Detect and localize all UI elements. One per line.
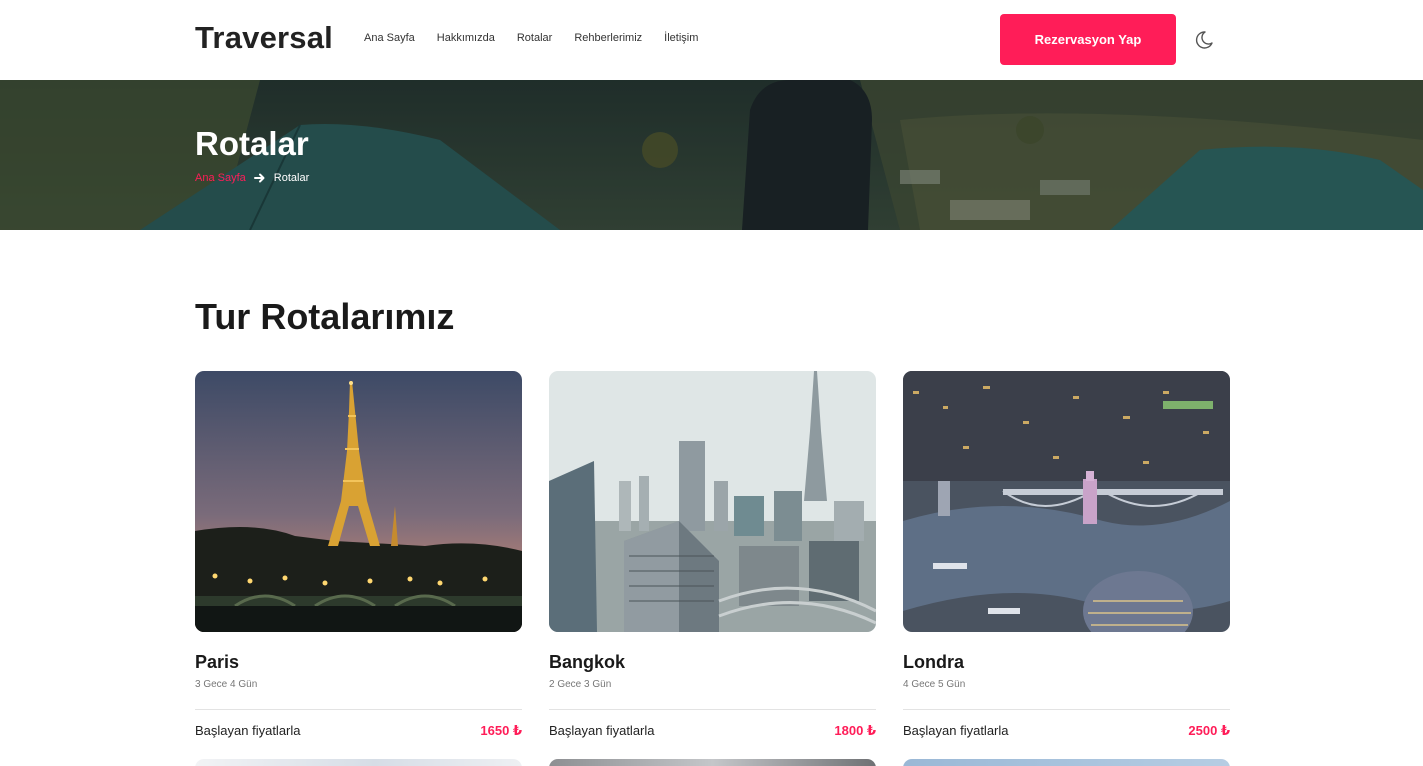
route-card-bangkok[interactable]: Bangkok 2 Gece 3 Gün Başlayan fiyatlarla… <box>549 371 876 739</box>
route-card-londra[interactable]: Londra 4 Gece 5 Gün Başlayan fiyatlarla … <box>903 371 1230 739</box>
breadcrumb-home-link[interactable]: Ana Sayfa <box>195 172 246 184</box>
site-logo[interactable]: Traversal <box>195 20 333 56</box>
card-divider <box>195 709 522 710</box>
page-hero: Rotalar Ana Sayfa Rotalar <box>0 80 1423 230</box>
route-card-peek <box>195 759 522 766</box>
site-header: Traversal Ana Sayfa Hakkımızda Rotalar R… <box>0 0 1423 80</box>
price-label: Başlayan fiyatlarla <box>903 723 1009 738</box>
route-image-bangkok[interactable] <box>549 371 876 632</box>
moon-icon[interactable] <box>1190 28 1216 52</box>
nav-item-contact[interactable]: İletişim <box>664 32 698 44</box>
card-footer: Başlayan fiyatlarla 1800 ₺ <box>549 723 876 739</box>
route-title[interactable]: Bangkok <box>549 652 876 673</box>
route-title[interactable]: Paris <box>195 652 522 673</box>
route-duration: 2 Gece 3 Gün <box>549 679 612 690</box>
arrow-right-icon <box>253 173 265 183</box>
card-divider <box>903 709 1230 710</box>
price-label: Başlayan fiyatlarla <box>549 723 655 738</box>
card-divider <box>549 709 876 710</box>
reservation-button[interactable]: Rezervasyon Yap <box>1000 14 1176 65</box>
card-footer: Başlayan fiyatlarla 2500 ₺ <box>903 723 1230 739</box>
section-title: Tur Rotalarımız <box>195 296 455 337</box>
route-price: 1650 ₺ <box>480 723 522 738</box>
card-footer: Başlayan fiyatlarla 1650 ₺ <box>195 723 522 739</box>
main-nav: Ana Sayfa Hakkımızda Rotalar Rehberlerim… <box>364 32 720 44</box>
route-card-paris[interactable]: Paris 3 Gece 4 Gün Başlayan fiyatlarla 1… <box>195 371 522 739</box>
route-card-peek <box>549 759 876 766</box>
nav-item-routes[interactable]: Rotalar <box>517 32 552 44</box>
nav-item-about[interactable]: Hakkımızda <box>437 32 495 44</box>
route-duration: 4 Gece 5 Gün <box>903 679 966 690</box>
price-label: Başlayan fiyatlarla <box>195 723 301 738</box>
route-image-paris[interactable] <box>195 371 522 632</box>
page-title: Rotalar <box>195 125 309 162</box>
route-image-londra[interactable] <box>903 371 1230 632</box>
route-price: 2500 ₺ <box>1188 723 1230 738</box>
route-price: 1800 ₺ <box>834 723 876 738</box>
route-title[interactable]: Londra <box>903 652 1230 673</box>
nav-item-guides[interactable]: Rehberlerimiz <box>574 32 642 44</box>
breadcrumb: Ana Sayfa Rotalar <box>195 172 309 184</box>
breadcrumb-current: Rotalar <box>273 172 310 184</box>
route-duration: 3 Gece 4 Gün <box>195 679 258 690</box>
nav-item-home[interactable]: Ana Sayfa <box>364 32 415 44</box>
route-card-peek <box>903 759 1230 766</box>
